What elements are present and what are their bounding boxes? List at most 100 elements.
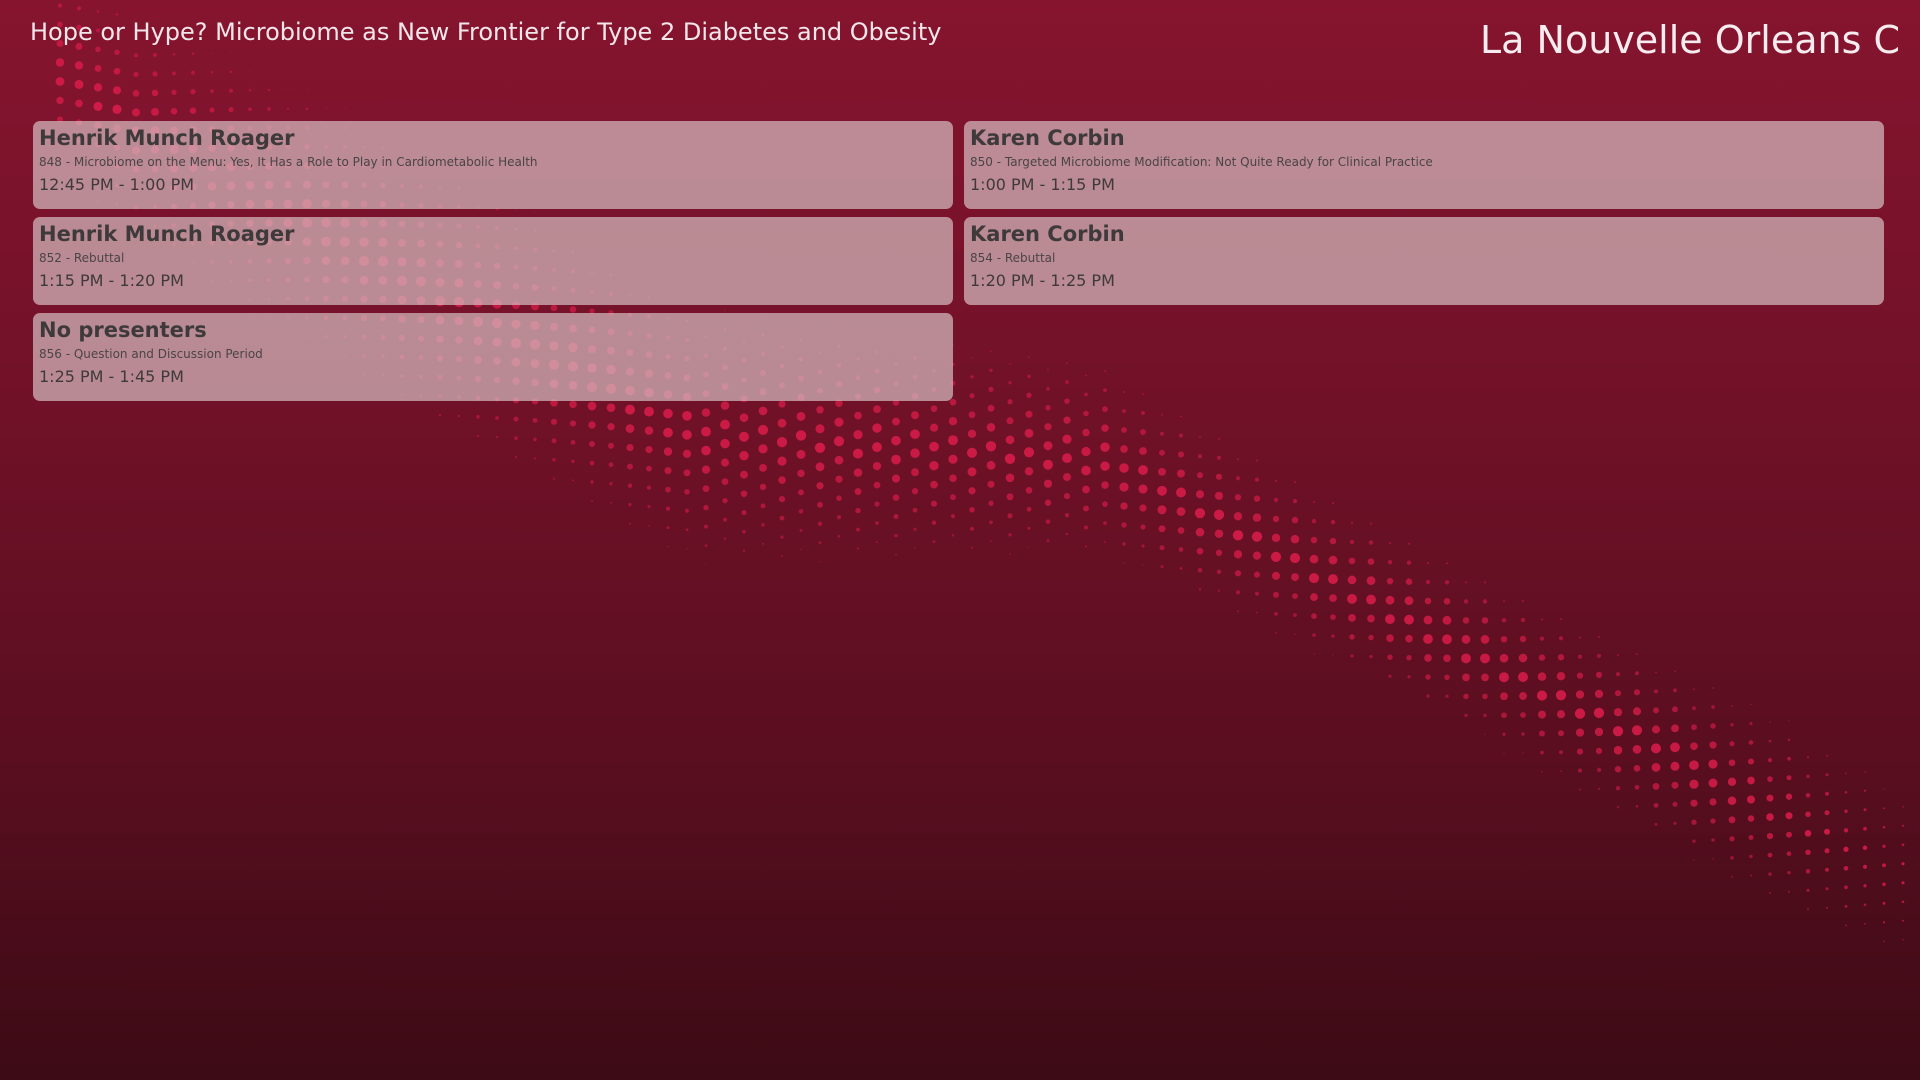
background-dot — [929, 461, 939, 471]
background-dot — [1805, 793, 1811, 798]
talk-card[interactable]: Henrik Munch Roager 852 - Rebuttal 1:15 … — [33, 217, 953, 305]
background-dot — [1632, 744, 1642, 754]
background-dot — [132, 90, 140, 97]
talk-card[interactable]: Karen Corbin 850 - Targeted Microbiome M… — [964, 121, 1884, 209]
background-dot — [1503, 752, 1505, 754]
background-dot — [1844, 790, 1848, 794]
background-dot — [1708, 778, 1718, 788]
background-dot — [1102, 406, 1108, 412]
background-dot — [1522, 752, 1524, 754]
background-dot — [1386, 634, 1394, 643]
background-dot — [1901, 824, 1905, 827]
background-dot — [780, 535, 784, 539]
background-dot — [1312, 633, 1316, 637]
background-dot — [795, 430, 807, 441]
background-dot — [1613, 745, 1623, 755]
background-dot — [1349, 634, 1355, 640]
background-dot — [1786, 775, 1792, 781]
background-dot — [1160, 565, 1164, 569]
background-dot — [1006, 417, 1014, 425]
background-dot — [93, 83, 103, 92]
talk-card[interactable]: No presenters 856 - Question and Discuss… — [33, 313, 953, 401]
background-dot — [1044, 499, 1052, 506]
background-dot — [1423, 615, 1433, 625]
background-dot — [798, 509, 804, 514]
background-dot — [948, 435, 958, 446]
background-dot — [663, 447, 673, 456]
background-dot — [1826, 754, 1828, 757]
background-dot — [1233, 550, 1243, 559]
background-dot — [1520, 617, 1526, 623]
background-dot — [781, 555, 783, 558]
background-dot — [761, 542, 765, 545]
background-dot — [1652, 782, 1660, 790]
background-dot — [800, 548, 802, 551]
talk-card[interactable]: Karen Corbin 854 - Rebuttal 1:20 PM - 1:… — [964, 217, 1884, 305]
background-dot — [1232, 530, 1244, 541]
background-dot — [1672, 706, 1678, 713]
background-dot — [1216, 569, 1222, 574]
background-dot — [723, 537, 727, 540]
background-dot — [1616, 806, 1620, 809]
background-dot — [229, 88, 233, 93]
background-dot — [1787, 890, 1791, 893]
background-dot — [1730, 856, 1734, 860]
background-dot — [872, 461, 882, 471]
background-dot — [344, 108, 346, 110]
background-dot — [1634, 784, 1640, 790]
background-dot — [1577, 654, 1583, 659]
background-dot — [1520, 712, 1526, 718]
talk-card[interactable]: Henrik Munch Roager 848 - Microbiome on … — [33, 121, 953, 209]
background-dot — [267, 88, 271, 92]
background-dot — [1556, 710, 1566, 719]
background-dot — [874, 501, 880, 507]
background-dot — [1709, 741, 1717, 749]
background-dot — [1615, 785, 1621, 791]
background-dot — [1671, 724, 1679, 733]
background-dot — [1214, 529, 1224, 539]
background-dot — [228, 107, 234, 113]
background-dot — [1728, 816, 1736, 824]
background-dot — [1727, 796, 1737, 806]
background-dot — [248, 107, 252, 112]
background-dot — [1157, 485, 1167, 496]
background-dot — [1579, 788, 1581, 791]
background-dot — [666, 526, 670, 530]
background-dot — [776, 436, 788, 448]
background-dot — [819, 561, 821, 563]
background-dot — [1482, 693, 1488, 700]
background-dot — [911, 468, 919, 477]
background-dot — [115, 12, 119, 16]
background-dot — [610, 501, 612, 504]
background-dot — [1102, 501, 1108, 507]
background-dot — [1405, 634, 1413, 643]
background-dot — [1027, 526, 1031, 530]
background-dot — [1709, 798, 1717, 806]
background-dot — [172, 71, 176, 76]
background-dot — [988, 500, 994, 506]
background-dot — [1121, 427, 1127, 433]
background-dot — [837, 534, 841, 538]
background-dot — [1293, 613, 1297, 617]
background-dot — [1690, 799, 1698, 807]
background-dot — [665, 486, 671, 493]
background-dot — [1464, 713, 1468, 718]
background-dot — [1082, 428, 1090, 437]
background-dot — [875, 541, 879, 544]
background-dot — [1291, 516, 1299, 524]
background-dot — [721, 478, 729, 485]
background-dot — [1160, 431, 1164, 436]
background-dot — [1825, 887, 1829, 891]
background-dot — [1004, 453, 1016, 464]
background-dot — [1806, 888, 1810, 892]
background-dot — [57, 3, 63, 8]
presenter-name: Karen Corbin — [970, 126, 1125, 150]
background-dot — [1348, 557, 1356, 565]
background-dot — [1100, 442, 1110, 452]
room-name: La Nouvelle Orleans C — [1480, 18, 1900, 62]
background-dot — [1672, 801, 1678, 807]
background-dot — [1138, 465, 1148, 475]
background-dot — [1274, 611, 1278, 616]
background-dot — [855, 507, 861, 514]
background-dot — [1444, 580, 1450, 585]
